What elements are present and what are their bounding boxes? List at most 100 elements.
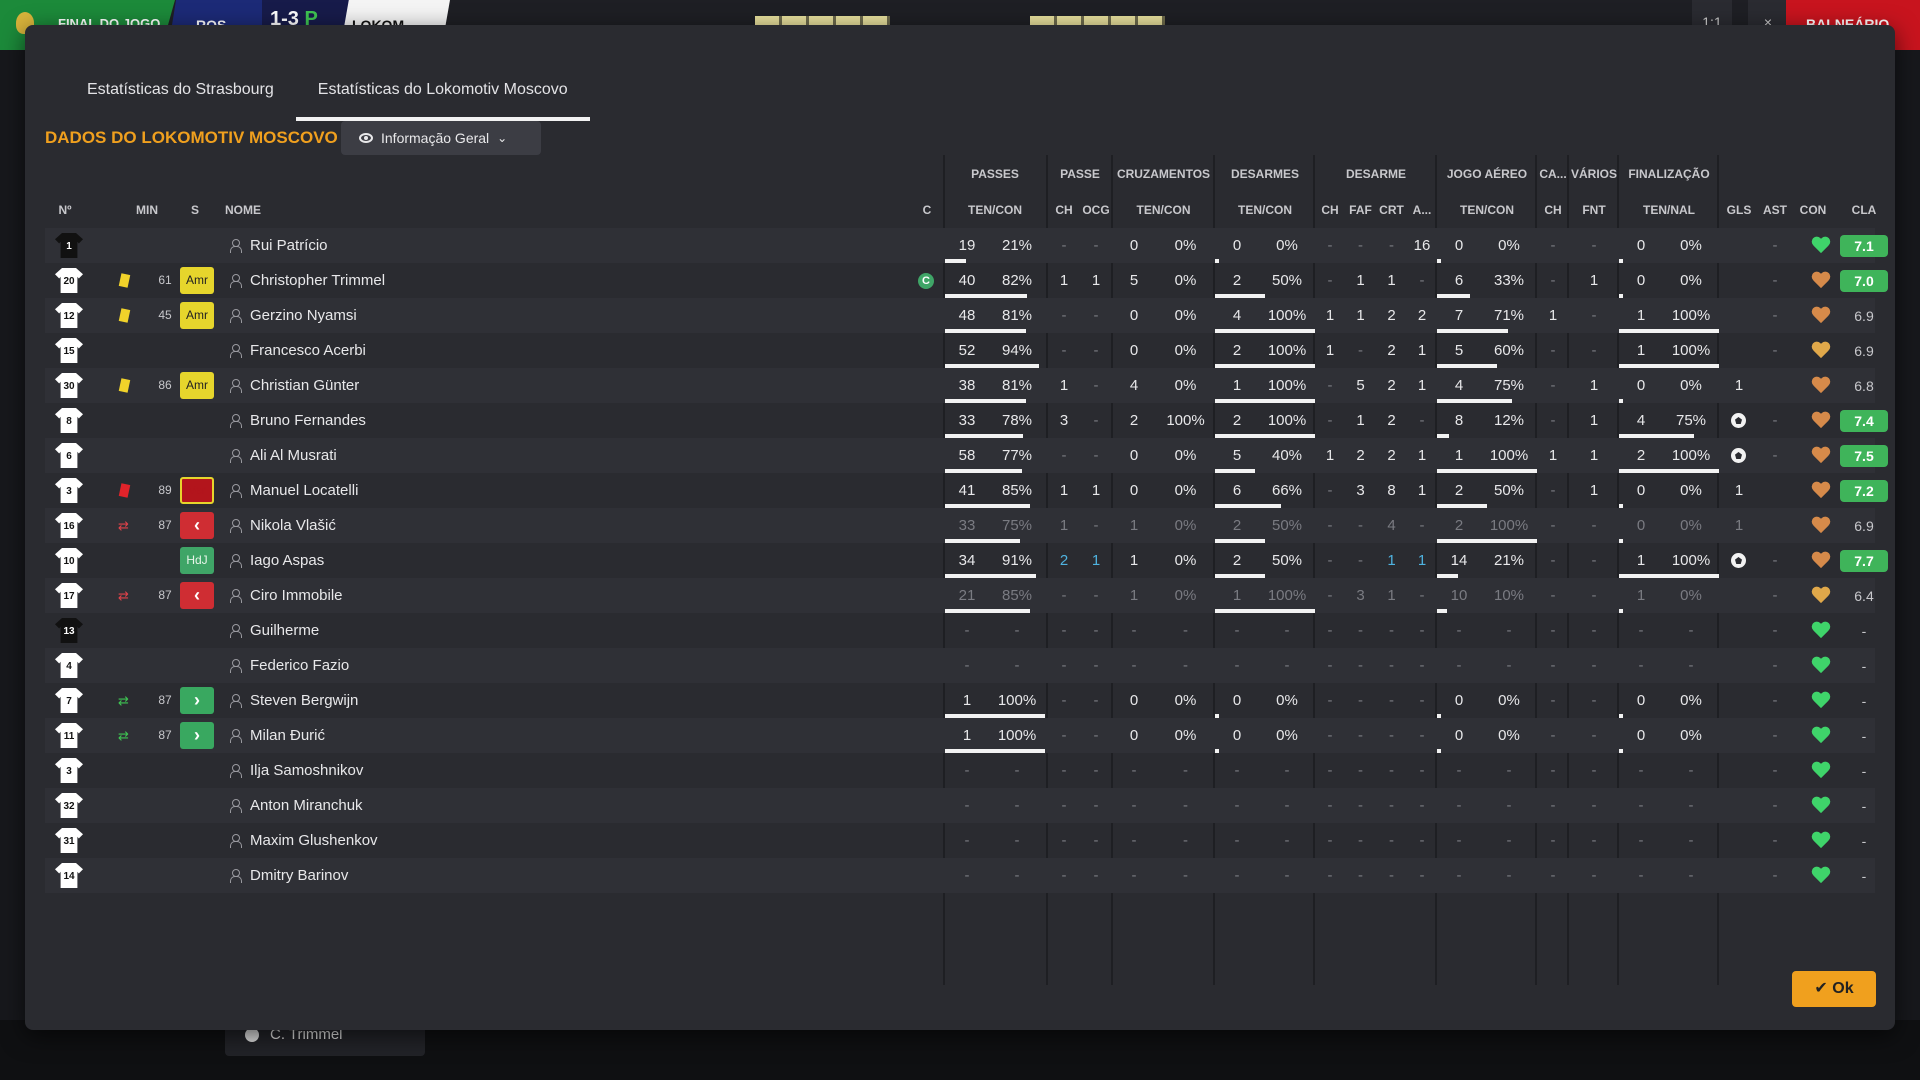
stat-des-pct: 50%: [1271, 552, 1303, 569]
stat-des-faf: -: [1358, 832, 1363, 849]
player-rating: 7.2: [1840, 480, 1888, 502]
col-cla[interactable]: CLA: [1840, 193, 1888, 228]
col-min[interactable]: MIN: [127, 193, 167, 228]
player-name[interactable]: Manuel Locatelli: [250, 473, 358, 508]
player-name[interactable]: Maxim Glushenkov: [250, 823, 378, 858]
table-row[interactable]: 14 Dmitry Barinov - - - - - - - - - - - - - - - - - - - -: [45, 858, 1875, 893]
stat-cruz-ten: 0: [1129, 692, 1139, 709]
table-row[interactable]: 16 ⇄ 87 ‹ Nikola Vlašić 33 75% 1-1 0% 2 50% - -4-2 10…: [45, 508, 1875, 543]
table-row[interactable]: 30 86 Amr Christian Günter 38 81% 1-4 0% 1 100% -5…: [45, 368, 1875, 403]
minute: 87: [158, 588, 172, 602]
player-name[interactable]: Ilja Samoshnikov: [250, 753, 363, 788]
stat-cruz-pct: -: [1183, 832, 1188, 849]
table-row[interactable]: 4 Federico Fazio - - - - - - - - - - - - - - - - - - - -: [45, 648, 1875, 683]
col-aereo-ten-con[interactable]: TEN/CON: [1437, 193, 1537, 228]
player-name[interactable]: Dmitry Barinov: [250, 858, 348, 893]
col-des-ten-con[interactable]: TEN/CON: [1215, 193, 1315, 228]
stat-pass-ch: -: [1061, 797, 1067, 814]
player-name[interactable]: Nikola Vlašić: [250, 508, 336, 543]
table-row[interactable]: 15 Francesco Acerbi 52 94% - -0 0% 2 100% 1-2 1 5 60…: [45, 333, 1875, 368]
stat-fin-pct: -: [1688, 867, 1694, 884]
stat-fin-pct: 0%: [1680, 377, 1702, 394]
table-row[interactable]: 6 Ali Al Musrati 58 77% - - 0 0% 5 40% 1 2 2 1 1 100% 1 1…: [45, 438, 1888, 473]
col-des-a[interactable]: A...: [1407, 193, 1437, 228]
stat-fnt: 1: [1589, 377, 1599, 394]
col-con[interactable]: CON: [1793, 193, 1833, 228]
player-name[interactable]: Christian Günter: [250, 368, 359, 403]
stat-pass-pct: -: [1014, 867, 1020, 884]
col-gls[interactable]: GLS: [1721, 193, 1757, 228]
stat-pass-ch: -: [1061, 587, 1067, 604]
table-row[interactable]: 3 Ilja Samoshnikov - - - - - - - - - - - - - - - - - - - -: [45, 753, 1875, 788]
table-row[interactable]: 17 ⇄ 87 ‹ Ciro Immobile 21 85% - -1 0% 1 100% -3 1-10…: [45, 578, 1875, 613]
table-row[interactable]: 11 ⇄ 87 › Milan Đurić 1 100% - - 0 0% 0 0% - - - - 0 0% - - 0…: [45, 718, 1875, 753]
col-fin-ten-nal[interactable]: TEN/NAL: [1619, 193, 1719, 228]
col-des-crt[interactable]: CRT: [1376, 193, 1407, 228]
tab-lokomotiv-stats[interactable]: Estatísticas do Lokomotiv Moscovo: [295, 61, 590, 121]
col-pass-ch[interactable]: CH: [1048, 193, 1080, 228]
table-row[interactable]: 1 Rui Patrício 19 21% - - 0 0% 0 0% - - - 16 0 0% - - 0 0% -…: [45, 228, 1888, 263]
group-passe: PASSE: [1060, 167, 1100, 181]
shirt-number: 13: [63, 626, 75, 637]
stat-des-ch: 1: [1325, 307, 1335, 324]
table-row[interactable]: 8 Bruno Fernandes 33 78% 3 - 2 100% 2 100% - 1 2 - 8 12…: [45, 403, 1888, 438]
stat-pass-ch: -: [1061, 692, 1067, 709]
stat-des-crt: 8: [1387, 482, 1396, 499]
table-row[interactable]: 31 Maxim Glushenkov - - - - - - - - - - - - - - - - - - - -: [45, 823, 1875, 858]
col-des-ch[interactable]: CH: [1315, 193, 1345, 228]
col-cruz-ten-con[interactable]: TEN/CON: [1112, 193, 1215, 228]
stat-pass-pct: 91%: [1001, 552, 1033, 569]
col-num[interactable]: Nº: [50, 193, 80, 228]
tab-strasbourg-stats[interactable]: Estatísticas do Strasbourg: [65, 61, 296, 121]
table-row[interactable]: 10 HdJ Iago Aspas 34 91% 2 1 1 0% 2 50% - - 1 1 14 21% - -…: [45, 543, 1888, 578]
stat-aereo-ten: 2: [1454, 482, 1464, 499]
col-c[interactable]: C: [917, 193, 937, 228]
col-s[interactable]: S: [185, 193, 205, 228]
stat-des-a: -: [1419, 587, 1425, 604]
player-name[interactable]: Ciro Immobile: [250, 578, 343, 613]
table-row[interactable]: 13 Guilherme - - - - - - - - - - - - - - - - - - - -: [45, 613, 1875, 648]
player-name[interactable]: Milan Đurić: [250, 718, 325, 753]
stat-ast: -: [1772, 342, 1778, 359]
player-name[interactable]: Francesco Acerbi: [250, 333, 366, 368]
condition-heart-icon: [1811, 832, 1831, 850]
stat-des-a: 16: [1413, 237, 1431, 254]
col-pass-ocg[interactable]: OCG: [1080, 193, 1112, 228]
stat-pass-pct: 77%: [1001, 447, 1033, 464]
table-row[interactable]: 32 Anton Miranchuk - - - - - - - - - - - - - - - - - - - -: [45, 788, 1875, 823]
player-name[interactable]: Christopher Trimmel: [250, 263, 385, 298]
red-card-icon: [118, 483, 131, 498]
col-des-faf[interactable]: FAF: [1345, 193, 1376, 228]
stat-des-ch: -: [1327, 412, 1333, 429]
col-fnt[interactable]: FNT: [1569, 193, 1619, 228]
player-rating: 6.4: [1854, 588, 1874, 604]
stat-fnt: 1: [1589, 482, 1599, 499]
view-dropdown[interactable]: Informação Geral ⌄: [341, 121, 541, 155]
player-name[interactable]: Steven Bergwijn: [250, 683, 358, 718]
player-name[interactable]: Guilherme: [250, 613, 319, 648]
player-name[interactable]: Anton Miranchuk: [250, 788, 363, 823]
player-name[interactable]: Iago Aspas: [250, 543, 324, 578]
stat-fnt: -: [1591, 552, 1597, 569]
player-name[interactable]: Gerzino Nyamsi: [250, 298, 357, 333]
player-rating: 7.1: [1840, 235, 1888, 257]
stat-pass-ocg: -: [1093, 517, 1099, 534]
table-row[interactable]: 12 45 Amr Gerzino Nyamsi 48 81% - -0 0% 4 100% 1 1 2 2…: [45, 298, 1875, 333]
col-ca-ch[interactable]: CH: [1537, 193, 1569, 228]
player-name[interactable]: Ali Al Musrati: [250, 438, 337, 473]
table-row[interactable]: 7 ⇄ 87 › Steven Bergwijn 1 100% - - 0 0% 0 0% - - - - 0 0%…: [45, 683, 1875, 718]
table-row[interactable]: 3 89 Ver Manuel Locatelli 41 85% 1 1 0 0% 6 66% - 3 8 1…: [45, 473, 1888, 508]
stat-aereo-pct: 60%: [1493, 342, 1525, 359]
player-name[interactable]: Federico Fazio: [250, 648, 349, 683]
col-ast[interactable]: AST: [1757, 193, 1793, 228]
stat-des-faf: -: [1358, 657, 1363, 674]
shirt-number: 31: [63, 836, 75, 847]
player-name[interactable]: Bruno Fernandes: [250, 403, 366, 438]
ok-button[interactable]: ✔ Ok: [1792, 971, 1876, 1007]
table-row[interactable]: 20 61 Amr Christopher Trimmel C 40 82% 1 1 5 0% 2 50…: [45, 263, 1888, 298]
stat-pass-pct: 85%: [1001, 587, 1033, 604]
col-nome[interactable]: NOME: [225, 193, 285, 228]
col-pass-ten-con[interactable]: TEN/CON: [945, 193, 1045, 228]
stat-des-crt: 2: [1387, 342, 1396, 359]
player-name[interactable]: Rui Patrício: [250, 228, 328, 263]
